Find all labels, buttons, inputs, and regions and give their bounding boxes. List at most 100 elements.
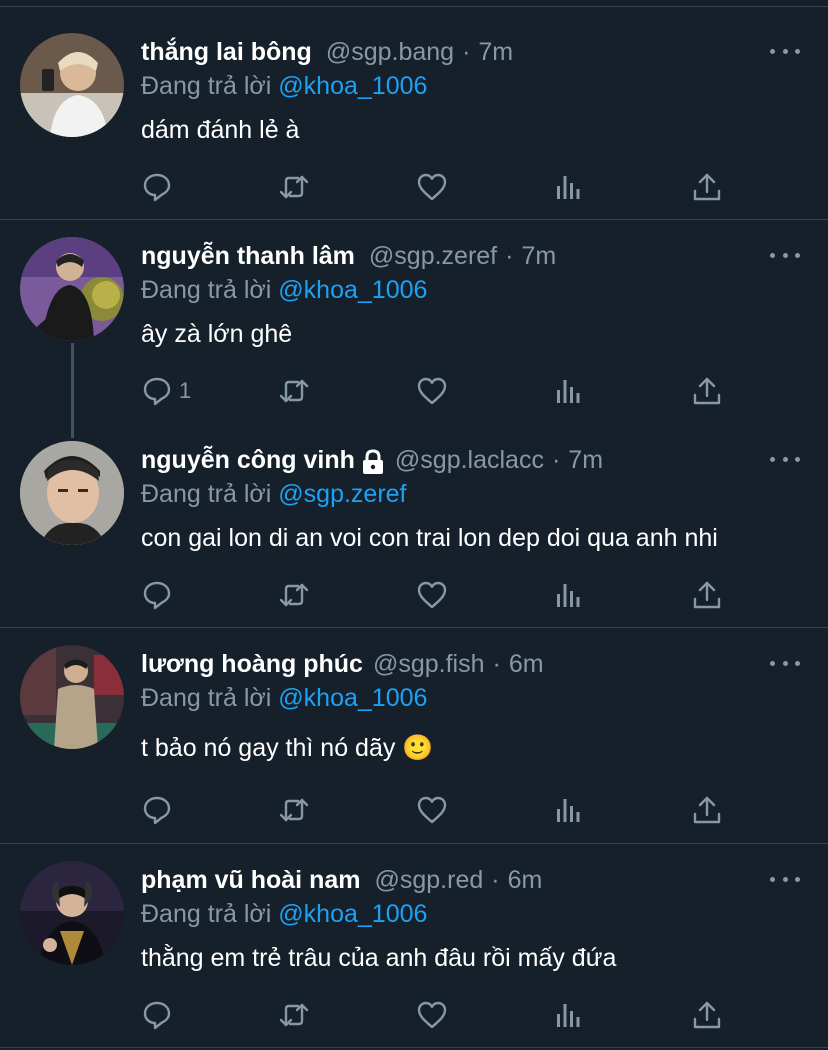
like-button[interactable] bbox=[416, 169, 448, 205]
like-button[interactable] bbox=[416, 792, 448, 828]
tweet-header: phạm vũ hoài nam @sgp.red · 6m bbox=[141, 863, 542, 897]
mention-link[interactable]: @khoa_1006 bbox=[278, 72, 427, 100]
tweet-divider bbox=[0, 627, 828, 628]
retweet-button[interactable] bbox=[278, 997, 310, 1033]
retweet-icon bbox=[279, 1003, 309, 1027]
display-name[interactable]: nguyễn công vinh bbox=[141, 446, 355, 475]
timestamp[interactable]: 6m bbox=[509, 650, 544, 679]
reply-button[interactable] bbox=[141, 169, 179, 205]
separator-dot: · bbox=[551, 445, 561, 474]
reply-button[interactable] bbox=[141, 792, 179, 828]
display-name[interactable]: thắng lai bông bbox=[141, 38, 312, 67]
comment-icon bbox=[143, 173, 171, 202]
tweet-divider bbox=[0, 219, 828, 220]
analytics-button[interactable] bbox=[553, 373, 585, 409]
analytics-icon bbox=[557, 799, 580, 822]
retweet-icon bbox=[279, 175, 309, 199]
avatar[interactable] bbox=[20, 441, 124, 545]
like-button[interactable] bbox=[416, 577, 448, 613]
timestamp[interactable]: 7m bbox=[568, 446, 603, 475]
display-name[interactable]: lương hoàng phúc bbox=[141, 650, 363, 679]
tweet-header: nguyễn thanh lâm @sgp.zeref · 7m bbox=[141, 239, 556, 273]
avatar[interactable] bbox=[20, 237, 124, 341]
user-handle[interactable]: @sgp.red bbox=[374, 866, 483, 895]
tweet-text: dám đánh lẻ à bbox=[141, 116, 300, 144]
share-icon bbox=[693, 581, 721, 609]
avatar[interactable] bbox=[20, 33, 124, 137]
retweet-icon bbox=[279, 798, 309, 822]
mention-link[interactable]: @khoa_1006 bbox=[278, 684, 427, 712]
analytics-button[interactable] bbox=[553, 169, 585, 205]
retweet-button[interactable] bbox=[278, 792, 310, 828]
share-button[interactable] bbox=[691, 169, 723, 205]
user-handle[interactable]: @sgp.laclacc bbox=[395, 446, 544, 475]
separator-dot: · bbox=[505, 241, 514, 270]
heart-icon bbox=[417, 796, 447, 824]
share-button[interactable] bbox=[691, 577, 723, 613]
share-icon bbox=[693, 796, 721, 824]
share-button[interactable] bbox=[691, 997, 723, 1033]
timestamp[interactable]: 7m bbox=[521, 242, 556, 271]
user-handle[interactable]: @sgp.fish bbox=[373, 650, 485, 679]
more-icon[interactable] bbox=[770, 449, 800, 469]
retweet-button[interactable] bbox=[278, 577, 310, 613]
more-icon[interactable] bbox=[770, 653, 800, 673]
replying-to: Đang trả lời @khoa_1006 bbox=[141, 900, 427, 929]
tweet-text: t bảo nó gay thì nó dãy 🙂 bbox=[141, 734, 434, 762]
mention-link[interactable]: @khoa_1006 bbox=[278, 276, 427, 304]
analytics-button[interactable] bbox=[553, 792, 585, 828]
user-handle[interactable]: @sgp.zeref bbox=[369, 242, 497, 271]
retweet-icon bbox=[279, 583, 309, 607]
replying-to: Đang trả lời @khoa_1006 bbox=[141, 276, 427, 305]
replying-to: Đang trả lời @sgp.zeref bbox=[141, 480, 407, 509]
tweet-header: thắng lai bông @sgp.bang · 7m bbox=[141, 35, 513, 69]
replying-label: Đang trả lời bbox=[141, 684, 272, 712]
share-icon bbox=[693, 173, 721, 201]
heart-icon bbox=[417, 1001, 447, 1029]
tweet-actions: 1 bbox=[141, 373, 741, 409]
timestamp[interactable]: 7m bbox=[478, 38, 513, 67]
more-icon[interactable] bbox=[770, 41, 800, 61]
replying-label: Đang trả lời bbox=[141, 72, 272, 100]
more-icon[interactable] bbox=[770, 245, 800, 265]
tweet-header: nguyễn công vinh @sgp.laclacc · 7m bbox=[141, 443, 603, 477]
separator-dot: · bbox=[492, 649, 501, 678]
tweet-text: con gai lon di an voi con trai lon dep d… bbox=[141, 524, 718, 552]
analytics-button[interactable] bbox=[553, 997, 585, 1033]
display-name[interactable]: phạm vũ hoài nam bbox=[141, 866, 360, 895]
mention-link[interactable]: @sgp.zeref bbox=[278, 480, 406, 508]
reply-count: 1 bbox=[179, 378, 192, 403]
comment-icon bbox=[143, 581, 171, 610]
mention-link[interactable]: @khoa_1006 bbox=[278, 900, 427, 928]
tweet-divider bbox=[0, 1047, 828, 1048]
top-divider bbox=[0, 0, 828, 7]
tweet-text: thằng em trẻ trâu của anh đâu rồi mấy đứ… bbox=[141, 944, 617, 972]
avatar[interactable] bbox=[20, 861, 124, 965]
retweet-icon bbox=[279, 379, 309, 403]
separator-dot: · bbox=[462, 37, 471, 66]
avatar[interactable] bbox=[20, 645, 124, 749]
share-button[interactable] bbox=[691, 792, 723, 828]
comment-icon bbox=[143, 1001, 171, 1030]
user-handle[interactable]: @sgp.bang bbox=[326, 38, 454, 67]
more-icon[interactable] bbox=[770, 869, 800, 889]
display-name[interactable]: nguyễn thanh lâm bbox=[141, 242, 355, 271]
timestamp[interactable]: 6m bbox=[508, 866, 543, 895]
analytics-button[interactable] bbox=[553, 577, 585, 613]
share-button[interactable] bbox=[691, 373, 723, 409]
like-button[interactable] bbox=[416, 373, 448, 409]
retweet-button[interactable] bbox=[278, 373, 310, 409]
heart-icon bbox=[417, 581, 447, 609]
retweet-button[interactable] bbox=[278, 169, 310, 205]
analytics-icon bbox=[557, 380, 580, 403]
reply-button[interactable] bbox=[141, 997, 179, 1033]
analytics-icon bbox=[557, 1004, 580, 1027]
lock-icon bbox=[361, 449, 385, 475]
replying-label: Đang trả lời bbox=[141, 480, 272, 508]
reply-button[interactable] bbox=[141, 577, 179, 613]
reply-button[interactable]: 1 bbox=[141, 373, 191, 409]
like-button[interactable] bbox=[416, 997, 448, 1033]
tweet-header: lương hoàng phúc @sgp.fish · 6m bbox=[141, 647, 544, 681]
comment-icon bbox=[143, 377, 171, 406]
tweet-actions bbox=[141, 792, 741, 828]
